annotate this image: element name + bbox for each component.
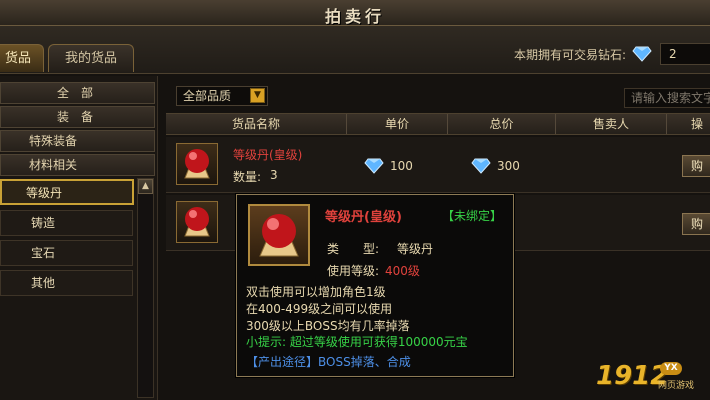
tooltip-type-label: 类 型: [327, 242, 380, 256]
tab-goods[interactable]: 货品 [0, 44, 44, 72]
chevron-down-icon[interactable]: ▼ [250, 88, 265, 103]
category-label: 材料相关 [29, 158, 78, 172]
buy-button[interactable]: 购 [682, 155, 710, 177]
subcategory-other[interactable]: 其他 [0, 270, 133, 296]
subcategory-forging[interactable]: 铸造 [0, 210, 133, 236]
diamond-label: 本期拥有可交易钻石: [514, 48, 627, 62]
tooltip-desc-line: 在400-499级之间可以使用 [246, 302, 393, 316]
watermark-badge: YX [660, 362, 682, 375]
tooltip-level-value: 400级 [385, 264, 420, 278]
column-header-unit-price: 单价 [384, 117, 409, 131]
category-label: 装 备 [57, 110, 94, 124]
quantity-value: 3 [270, 168, 278, 182]
total-price: 300 [497, 159, 520, 173]
diamond-icon [632, 46, 652, 62]
category-label: 全 部 [57, 86, 94, 100]
category-equipment[interactable]: 装 备 [0, 106, 155, 128]
tab-my-goods[interactable]: 我的货品 [48, 44, 134, 72]
column-header-total: 总价 [489, 117, 514, 131]
tooltip-item-icon [248, 204, 310, 266]
diamond-icon [471, 158, 491, 174]
red-orb-icon [259, 214, 299, 257]
column-header-seller: 售卖人 [592, 117, 629, 131]
tooltip-item-name: 等级丹(皇级) [325, 210, 402, 225]
level-pill-icon[interactable] [176, 201, 218, 243]
window-title: 拍卖行 [324, 7, 385, 26]
subcategory-level-pill[interactable]: 等级丹 [0, 179, 134, 205]
item-name: 等级丹(皇级) [233, 148, 303, 162]
tooltip-bind-status: 【未绑定】 [442, 209, 503, 223]
category-all[interactable]: 全 部 [0, 82, 155, 104]
category-label: 特殊装备 [29, 134, 78, 148]
diamond-count: 2 [660, 43, 710, 65]
category-special-equipment[interactable]: 特殊装备 [0, 130, 155, 152]
column-header-action: 操 [690, 117, 703, 131]
tooltip-source-value: BOSS掉落、合成 [318, 355, 411, 369]
sidebar-scrollbar[interactable] [137, 178, 154, 398]
tooltip-level-label: 使用等级: [327, 264, 380, 278]
tooltip-source-label: 【产出途径】 [246, 355, 319, 369]
tooltip-type-value: 等级丹 [397, 242, 434, 256]
diamond-icon [364, 158, 384, 174]
watermark-subtitle: 网页游戏 [658, 381, 695, 391]
tooltip-desc-line: 双击使用可以增加角色1级 [246, 285, 386, 299]
unit-price: 100 [390, 159, 413, 173]
tooltip-hint: 小提示: 超过等级使用可获得100000元宝 [246, 335, 468, 349]
buy-button[interactable]: 购 [682, 213, 710, 235]
subcategory-gems[interactable]: 宝石 [0, 240, 133, 266]
red-orb-icon [184, 149, 210, 179]
level-pill-icon[interactable] [176, 143, 218, 185]
column-header-name: 货品名称 [231, 117, 280, 131]
scroll-up-icon[interactable]: ▲ [138, 179, 153, 194]
category-materials[interactable]: 材料相关 [0, 154, 155, 176]
tooltip-desc-line: 300级以上BOSS均有几率掉落 [246, 319, 410, 333]
search-input[interactable]: 请输入搜索文字 [624, 88, 710, 108]
quantity-label: 数量: [233, 170, 262, 184]
red-orb-icon [184, 207, 210, 237]
